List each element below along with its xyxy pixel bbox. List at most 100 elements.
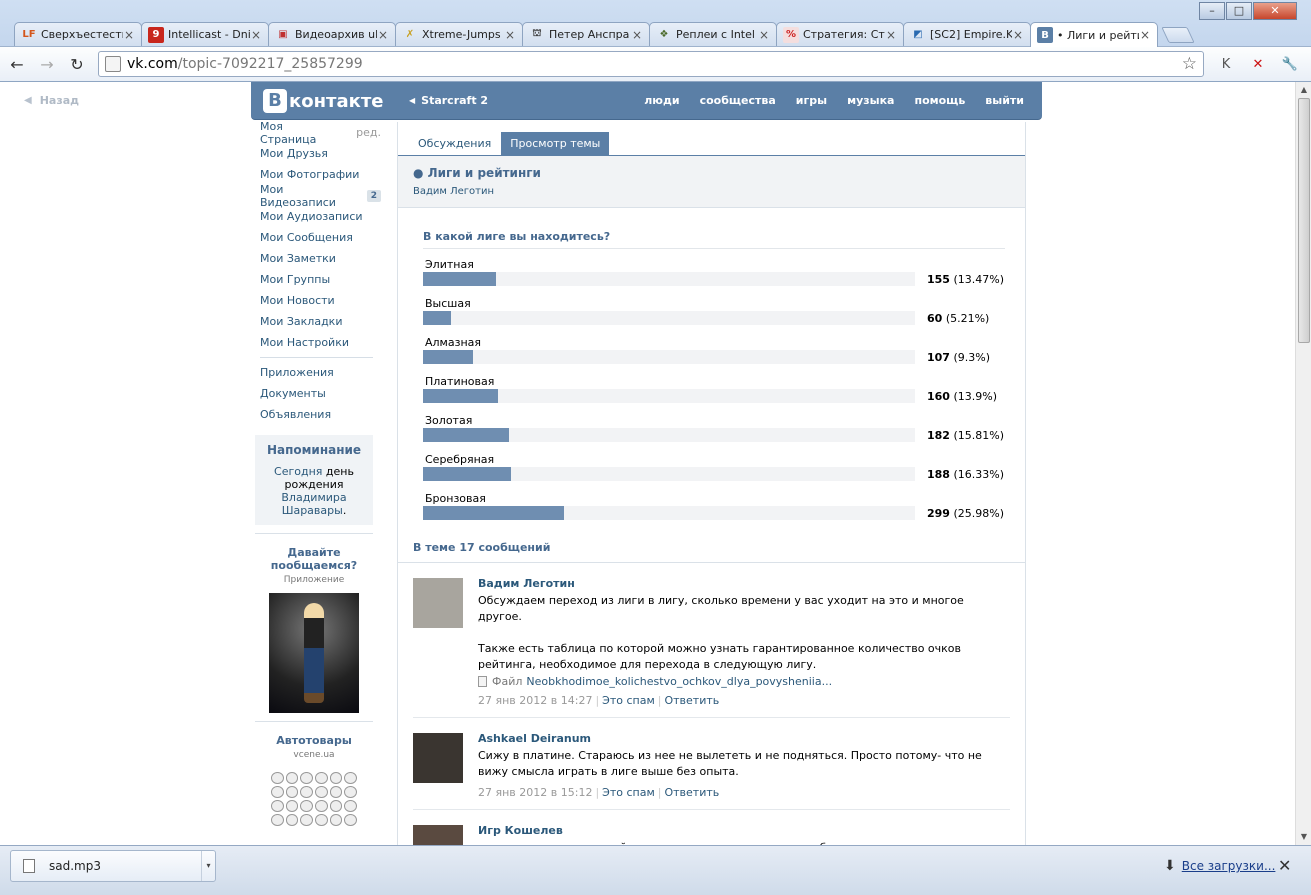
post-author-link[interactable]: Игр Кошелев: [478, 824, 1010, 837]
topic-header: ● Лиги и рейтинги Вадим Леготин: [398, 156, 1025, 208]
forward-button[interactable]: →: [34, 51, 60, 77]
poll-option: Серебряная 188 (16.33%): [423, 444, 1004, 483]
browser-tab[interactable]: ▣ Видеоархив ult ×: [268, 22, 396, 46]
sidebar-item-label: Моя Страница: [260, 119, 317, 146]
topic-author-link[interactable]: Вадим Леготин: [413, 186, 1025, 197]
browser-tab[interactable]: LF Сверхъестеств ×: [14, 22, 142, 46]
car-logo-icon: [271, 772, 284, 784]
car-logo-icon: [344, 814, 357, 826]
browser-tab[interactable]: ✗ Xtreme-Jumps ×: [395, 22, 523, 46]
all-downloads[interactable]: ⬇ Все загрузки...: [1164, 858, 1275, 874]
post-avatar[interactable]: [413, 825, 463, 845]
new-tab-button[interactable]: [1161, 27, 1195, 43]
poll-vote-count: 107: [927, 351, 950, 364]
scroll-down-arrow[interactable]: ▼: [1296, 829, 1311, 845]
browser-tab[interactable]: ❖ Реплеи с Intel ×: [649, 22, 777, 46]
browser-tab[interactable]: ⛫ Петер Анспра ×: [522, 22, 650, 46]
reply-link[interactable]: Ответить: [664, 694, 719, 707]
post-meta: 27 янв 2012 в 15:12 | Это спам | Ответить: [478, 786, 1010, 799]
browser-tab[interactable]: B • Лиги и рейти ×: [1030, 22, 1158, 47]
sidebar-item[interactable]: Мои Закладки: [251, 311, 381, 332]
poll-bar-track: [423, 467, 915, 481]
download-menu-button[interactable]: ▾: [201, 851, 215, 881]
community-breadcrumb[interactable]: ◀ Starcraft 2: [409, 94, 488, 107]
tab-close-icon[interactable]: ×: [1012, 28, 1024, 42]
download-item[interactable]: sad.mp3 ▾: [10, 850, 216, 882]
page-scrollbar[interactable]: ▲ ▼: [1295, 82, 1311, 845]
post-avatar[interactable]: [413, 733, 463, 783]
top-nav-item[interactable]: музыка: [847, 94, 894, 107]
sidebar-item[interactable]: Мои Группы: [251, 269, 381, 290]
tab-close-icon[interactable]: ×: [504, 28, 516, 42]
minimize-button[interactable]: –: [1199, 2, 1225, 20]
sidebar-item[interactable]: Мои Сообщения: [251, 227, 381, 248]
maximize-button[interactable]: □: [1226, 2, 1252, 20]
sidebar-item[interactable]: Мои Друзья: [251, 143, 381, 164]
post-author-link[interactable]: Ashkael Deiranum: [478, 732, 1010, 745]
back-button[interactable]: ←: [4, 51, 30, 77]
sidebar-item[interactable]: Мои Аудиозаписи: [251, 206, 381, 227]
tab-close-icon[interactable]: ×: [1139, 28, 1151, 42]
vk-logo[interactable]: B контакте: [263, 89, 383, 113]
tab-close-icon[interactable]: ×: [123, 28, 135, 42]
top-nav-item[interactable]: выйти: [985, 94, 1024, 107]
topic-tab[interactable]: Обсуждения: [409, 132, 500, 155]
adblock-icon[interactable]: ✕: [1248, 54, 1268, 74]
sidebar-item[interactable]: Документы: [251, 383, 381, 404]
scroll-thumb[interactable]: [1298, 98, 1310, 343]
ad-app[interactable]: Давайте пообщаемся? Приложение: [255, 533, 373, 713]
poll-option-result: 155 (13.47%): [927, 273, 1004, 286]
wrench-icon[interactable]: 🔧: [1280, 54, 1300, 74]
all-downloads-link[interactable]: Все загрузки...: [1182, 859, 1276, 873]
sidebar-item[interactable]: Мои Видеозаписи 2: [251, 183, 381, 209]
post-author-link[interactable]: Вадим Леготин: [478, 577, 1010, 590]
post-avatar[interactable]: [413, 578, 463, 628]
top-nav-item[interactable]: помощь: [914, 94, 965, 107]
top-nav-item[interactable]: сообщества: [700, 94, 776, 107]
browser-tab[interactable]: 9 Intellicast - Dni ×: [141, 22, 269, 46]
ad-app-title[interactable]: Давайте пообщаемся?: [255, 546, 373, 572]
ad-auto-image[interactable]: [269, 770, 359, 828]
meta-separator: |: [657, 694, 662, 707]
tab-close-icon[interactable]: ×: [377, 28, 389, 42]
tab-close-icon[interactable]: ×: [758, 28, 770, 42]
top-nav-item[interactable]: игры: [796, 94, 827, 107]
ad-app-image[interactable]: [269, 593, 359, 713]
sidebar-item[interactable]: Мои Новости: [251, 290, 381, 311]
tab-close-icon[interactable]: ×: [631, 28, 643, 42]
sidebar-item[interactable]: Моя Страница ред.: [251, 119, 381, 146]
topic-title: ● Лиги и рейтинги: [413, 166, 541, 180]
tab-close-icon[interactable]: ×: [250, 28, 262, 42]
close-downloads-button[interactable]: ✕: [1278, 856, 1291, 875]
poll-vote-percent: (25.98%): [953, 507, 1004, 520]
top-nav-item[interactable]: люди: [644, 94, 679, 107]
report-spam-link[interactable]: Это спам: [602, 786, 655, 799]
reload-button[interactable]: ↻: [64, 51, 90, 77]
sidebar-edit-link[interactable]: ред.: [356, 126, 381, 139]
tab-favicon-icon: ▣: [278, 29, 288, 40]
scroll-up-arrow[interactable]: ▲: [1296, 82, 1311, 98]
report-spam-link[interactable]: Это спам: [602, 694, 655, 707]
poll-bar-fill: [423, 428, 509, 442]
browser-tab[interactable]: % Стратегия: Стр ×: [776, 22, 904, 46]
ad-auto[interactable]: Автотовары vcene.ua: [255, 721, 373, 828]
topic-tab[interactable]: Просмотр темы: [501, 132, 610, 155]
back-link[interactable]: ◀ Назад: [24, 94, 79, 107]
sidebar-item-label: Мои Заметки: [260, 252, 336, 265]
browser-tab[interactable]: ◩ [SC2] Empire.K ×: [903, 22, 1031, 46]
sidebar-item[interactable]: Мои Заметки: [251, 248, 381, 269]
tab-close-icon[interactable]: ×: [885, 28, 897, 42]
reply-link[interactable]: Ответить: [664, 786, 719, 799]
bookmark-star-icon[interactable]: ☆: [1182, 54, 1197, 74]
attachment-link[interactable]: Neobkhodimoe_kolichestvo_ochkov_dlya_pov…: [526, 675, 832, 688]
poll-option-label: Бронзовая: [425, 492, 486, 505]
kaspersky-icon[interactable]: K: [1216, 54, 1236, 74]
reminder-person-link[interactable]: Владимира Шаравары: [281, 491, 346, 517]
address-bar[interactable]: vk.com/topic-7092217_25857299 ☆: [98, 51, 1204, 77]
close-window-button[interactable]: ✕: [1253, 2, 1297, 20]
reminder-today-link[interactable]: Сегодня: [274, 465, 322, 478]
sidebar-item[interactable]: Мои Настройки: [251, 332, 381, 353]
ad-auto-title[interactable]: Автотовары: [255, 734, 373, 747]
sidebar-item[interactable]: Объявления: [251, 404, 381, 425]
sidebar-item[interactable]: Приложения: [251, 362, 381, 383]
